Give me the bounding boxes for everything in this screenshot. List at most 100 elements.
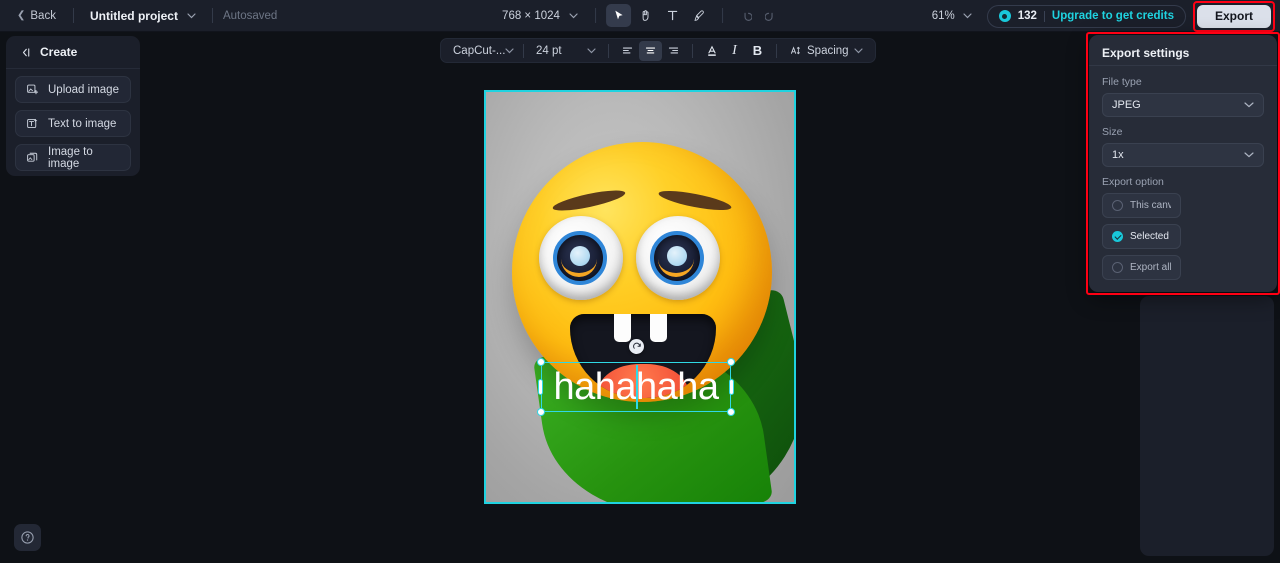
text-tool-button[interactable] (660, 4, 685, 27)
left-sidebar: Create Upload image Text to image Image … (6, 36, 140, 176)
divider (211, 8, 213, 23)
align-center-button[interactable] (639, 40, 662, 61)
eyebrow-left (551, 186, 627, 215)
top-bar-left: ❮ Back Untitled project Autosaved (0, 5, 277, 27)
align-right-icon (667, 44, 680, 57)
divider (523, 43, 524, 58)
export-option-export-all[interactable]: Export all ... (1102, 255, 1181, 280)
help-button[interactable] (14, 524, 41, 551)
design-canvas[interactable]: hahahaha (484, 90, 796, 504)
font-size-label: 24 pt (536, 44, 562, 57)
export-option-this-canvas[interactable]: This canvas (1102, 193, 1181, 218)
font-size-dropdown[interactable]: 24 pt (531, 41, 601, 61)
canvas-size-dropdown[interactable]: 768 × 1024 (495, 6, 585, 26)
eye-right (636, 216, 720, 300)
pupil-left (570, 246, 590, 266)
file-type-dropdown[interactable]: JPEG (1102, 93, 1264, 117)
export-button[interactable]: Export (1196, 4, 1271, 28)
brush-icon (693, 9, 706, 22)
redo-button[interactable] (760, 4, 785, 27)
sidebar-header-label: Create (40, 45, 78, 59)
resize-handle-bottom-right[interactable] (727, 408, 735, 416)
top-bar-right: 61% 132 Upgrade to get credits Export (925, 0, 1275, 32)
zoom-dropdown[interactable]: 61% (925, 6, 979, 26)
divider (594, 8, 596, 23)
hand-tool-button[interactable] (633, 4, 658, 27)
top-bar-center: 768 × 1024 (495, 0, 785, 32)
text-color-button[interactable] (700, 41, 723, 61)
size-dropdown[interactable]: 1x (1102, 143, 1264, 167)
divider (1043, 10, 1045, 22)
help-circle-icon (20, 530, 35, 545)
back-button[interactable]: ❮ Back (10, 6, 63, 26)
italic-button[interactable]: I (723, 41, 746, 61)
canvas-text-layer[interactable]: hahahaha (537, 339, 735, 416)
sidebar-items: Upload image Text to image Image to imag… (6, 69, 140, 171)
resize-handle-top-right[interactable] (727, 358, 735, 366)
align-center-icon (644, 44, 657, 57)
chevron-down-icon (187, 12, 196, 19)
tooth (650, 314, 667, 342)
italic-icon: I (732, 42, 737, 58)
radio-icon (1112, 262, 1123, 273)
project-name-dropdown[interactable]: Untitled project (84, 5, 202, 27)
coin-icon (998, 10, 1011, 22)
export-settings-title: Export settings (1089, 40, 1277, 66)
text-icon (666, 9, 679, 22)
history-group (733, 4, 785, 27)
radio-icon (1112, 200, 1123, 211)
autosaved-status: Autosaved (222, 9, 278, 22)
align-right-button[interactable] (662, 41, 685, 61)
back-button-label: Back (30, 9, 56, 22)
redo-icon (765, 9, 779, 23)
sidebar-item-label: Image to image (48, 145, 93, 170)
sidebar-item-upload-image[interactable]: Upload image (15, 76, 131, 103)
upload-image-icon (26, 83, 39, 96)
resize-handle-top-left[interactable] (537, 358, 545, 366)
align-left-button[interactable] (616, 41, 639, 61)
chevron-left-icon: ❮ (17, 9, 26, 21)
spacing-dropdown[interactable]: Spacing (784, 41, 868, 61)
select-tool-button[interactable] (605, 4, 631, 27)
size-label: Size (1102, 126, 1123, 138)
size-value: 1x (1112, 149, 1124, 161)
option-label: Export all ... (1130, 262, 1171, 273)
divider (608, 43, 609, 58)
sidebar-item-label: Text to image (48, 117, 117, 130)
spacing-label: Spacing (807, 44, 849, 57)
tooth (614, 314, 631, 342)
export-settings-panel: Export settings File type JPEG Size 1x E… (1089, 35, 1277, 292)
file-type-value: JPEG (1112, 99, 1141, 111)
undo-button[interactable] (733, 4, 758, 27)
upgrade-link[interactable]: Upgrade to get credits (1052, 10, 1174, 22)
credits-pill[interactable]: 132 Upgrade to get credits (986, 4, 1186, 28)
sidebar-collapse-header[interactable]: Create (6, 36, 140, 69)
eyebrow-right (657, 187, 733, 214)
zoom-level-label: 61% (931, 10, 955, 22)
sidebar-item-image-to-image[interactable]: Image to image (15, 144, 131, 171)
export-option-group: This canvas Selected I... Export all ... (1102, 193, 1264, 280)
file-type-label: File type (1102, 76, 1142, 88)
option-label: This canvas (1130, 200, 1171, 211)
text-color-icon (705, 44, 719, 58)
cursor-icon (612, 9, 625, 22)
bold-button[interactable]: B (746, 41, 769, 61)
project-name-label: Untitled project (89, 8, 178, 23)
iris-right (650, 231, 704, 285)
resize-handle-bottom-left[interactable] (537, 408, 545, 416)
sidebar-item-text-to-image[interactable]: Text to image (15, 110, 131, 137)
font-family-dropdown[interactable]: CapCut-... (448, 41, 516, 61)
divider (72, 8, 74, 23)
pupil-right (667, 246, 687, 266)
text-to-image-icon (26, 117, 39, 130)
divider (776, 43, 777, 58)
resize-handle-right[interactable] (729, 379, 734, 395)
tool-group (605, 4, 712, 27)
resize-handle-left[interactable] (538, 379, 543, 395)
brush-tool-button[interactable] (687, 4, 712, 27)
rotate-handle[interactable] (629, 339, 644, 354)
option-label: Selected I... (1130, 231, 1171, 242)
check-circle-icon (1112, 231, 1123, 242)
align-left-icon (621, 44, 634, 57)
export-option-selected-image[interactable]: Selected I... (1102, 224, 1181, 249)
